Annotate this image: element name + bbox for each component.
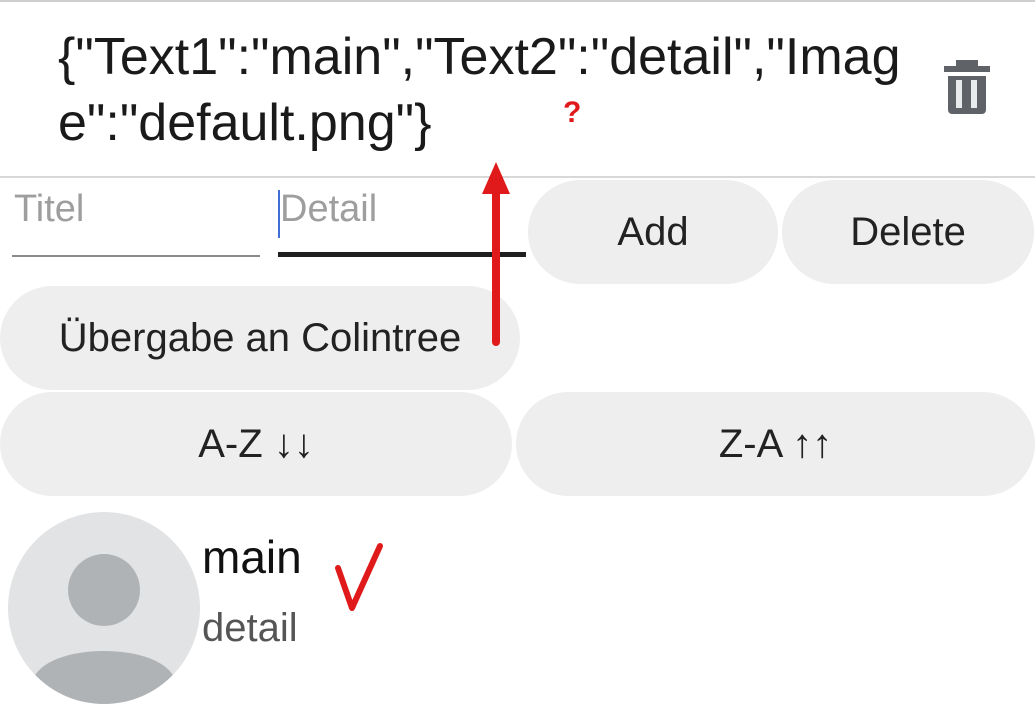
list-item-title[interactable]: main xyxy=(202,530,302,584)
header-divider xyxy=(0,176,1035,178)
red-checkmark-annotation xyxy=(335,543,383,611)
add-button[interactable]: Add xyxy=(528,180,778,284)
detail-input-placeholder: Detail xyxy=(280,188,378,230)
detail-input-underline xyxy=(278,252,526,257)
sort-za-button[interactable]: Z-A ↑↑ xyxy=(516,392,1035,496)
trash-icon[interactable] xyxy=(936,56,998,118)
list-item-detail: detail xyxy=(202,606,298,650)
top-border xyxy=(0,0,1035,2)
detail-input[interactable]: Detail xyxy=(278,188,526,236)
text-cursor xyxy=(278,190,280,238)
title-input[interactable]: Titel xyxy=(12,188,260,236)
delete-button[interactable]: Delete xyxy=(782,180,1034,284)
handover-button[interactable]: Übergabe an Colintree xyxy=(0,286,520,390)
question-mark-annotation: ? xyxy=(563,96,582,129)
avatar-placeholder-icon xyxy=(8,512,200,704)
title-input-underline xyxy=(12,255,260,257)
json-output-text: {"Text1":"main","Text2":"detail","Image"… xyxy=(58,28,901,152)
title-input-placeholder: Titel xyxy=(14,188,85,230)
sort-az-button[interactable]: A-Z ↓↓ xyxy=(0,392,512,496)
